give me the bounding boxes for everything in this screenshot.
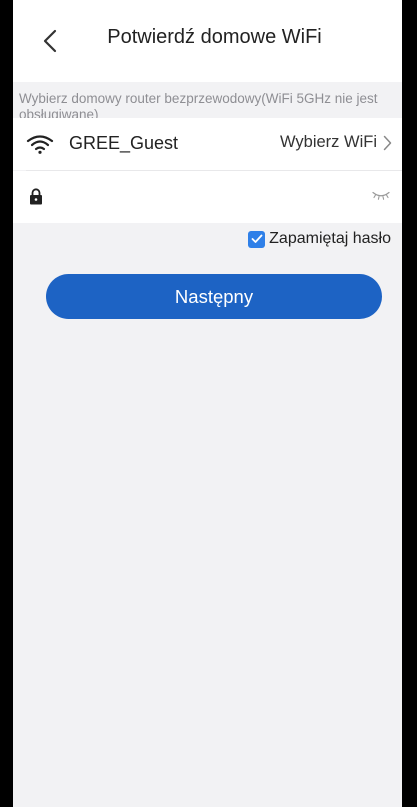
wifi-ssid: GREE_Guest: [69, 133, 179, 153]
page-title: Potwierdź domowe WiFi: [107, 26, 322, 48]
wifi-confirm-screen: Potwierdź domowe WiFi Wybierz domowy rou…: [13, 0, 402, 807]
choose-wifi-button[interactable]: Wybierz WiFi: [280, 133, 392, 152]
next-button[interactable]: Następny: [46, 274, 382, 319]
wifi-network-row[interactable]: GREE_Guest Wybierz WiFi: [13, 118, 402, 170]
header: Potwierdź domowe WiFi: [13, 0, 402, 82]
choose-wifi-label: Wybierz WiFi: [279, 133, 377, 151]
remember-password-label: Zapamiętaj hasło: [269, 230, 391, 247]
password-row: [13, 171, 402, 223]
checkbox-checked-icon: [248, 230, 266, 248]
remember-password-checkbox[interactable]: Zapamiętaj hasło: [248, 230, 391, 248]
lock-icon: [30, 188, 42, 205]
password-input[interactable]: [59, 181, 353, 215]
wifi-icon: [26, 135, 54, 154]
chevron-right-icon: [383, 135, 392, 150]
eye-closed-icon[interactable]: [372, 191, 390, 200]
